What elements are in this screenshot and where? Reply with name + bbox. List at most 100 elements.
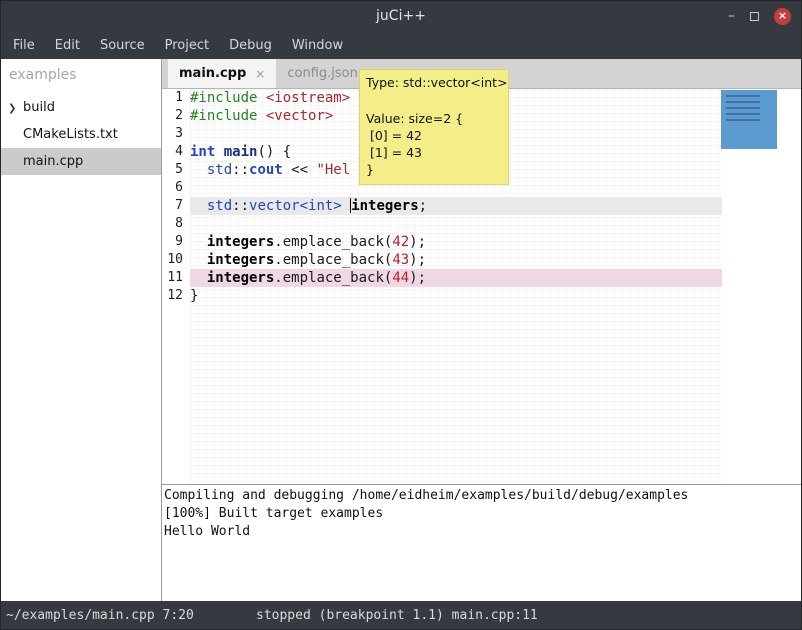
code-text: integers.emplace_back(44); (190, 269, 722, 287)
code-line[interactable]: 7 std::vector<int> integers; (162, 197, 801, 215)
code-token: integers (351, 198, 418, 214)
close-icon[interactable]: × (774, 8, 791, 25)
window-title: juCi++ (376, 8, 426, 24)
code-token: integers (207, 252, 274, 268)
menubar: FileEditSourceProjectDebugWindow (1, 31, 801, 59)
tooltip-type-line: Type: std::vector<int> (366, 75, 502, 90)
code-token: "Hel (316, 162, 350, 178)
status-file-position: ~/examples/main.cpp 7:20 (6, 608, 194, 623)
window-controls: – × (728, 1, 791, 31)
code-token: .emplace_back( (274, 234, 392, 250)
code-token: << (283, 162, 317, 178)
tab-main.cpp[interactable]: main.cpp × (168, 59, 276, 88)
line-number: 5 (162, 161, 190, 179)
code-token: int (190, 144, 215, 160)
menu-item-window[interactable]: Window (282, 33, 353, 58)
minimap-viewport[interactable] (721, 90, 777, 149)
status-debug-state: stopped (breakpoint 1.1) main.cpp:11 (256, 608, 538, 623)
file-tree: ❯ build CMakeLists.txt main.cpp (1, 94, 161, 175)
maximize-icon[interactable] (750, 12, 759, 21)
code-text (190, 215, 722, 233)
tooltip-value-line: Value: size=2 { (366, 110, 502, 127)
tree-item-main.cpp[interactable]: main.cpp (1, 148, 161, 175)
code-token: #include (190, 108, 257, 124)
code-text: std::vector<int> integers; (190, 197, 722, 215)
menu-item-project[interactable]: Project (155, 33, 219, 58)
code-line[interactable]: 8 (162, 215, 801, 233)
tab-label: main.cpp (179, 66, 246, 81)
tooltip-value-line: [1] = 43 (366, 144, 502, 161)
tooltip-value: Value: size=2 { [0] = 42 [1] = 43} (366, 110, 502, 178)
code-token: 44 (392, 270, 409, 286)
line-number: 8 (162, 215, 190, 233)
line-number: 11 (162, 269, 190, 287)
code-token: 43 (392, 252, 409, 268)
code-token: <vector> (266, 108, 333, 124)
tree-item-label: CMakeLists.txt (23, 127, 118, 142)
tree-item-build[interactable]: ❯ build (1, 94, 161, 121)
debug-value-tooltip: Type: std::vector<int> Value: size=2 { [… (359, 69, 509, 185)
titlebar[interactable]: juCi++ – × (1, 1, 801, 31)
tab-close-icon[interactable]: × (255, 67, 265, 81)
sidebar: examples ❯ build CMakeLists.txt main.cpp (1, 59, 162, 601)
minimap-marks (726, 95, 760, 123)
code-token (257, 108, 265, 124)
project-name: examples (1, 59, 161, 94)
maximize-box-glyph (750, 12, 759, 21)
code-token: integers (207, 270, 274, 286)
line-number: 4 (162, 143, 190, 161)
code-token: ); (409, 234, 426, 250)
editor-pane: main.cpp×config.json× 1#include <iostrea… (162, 59, 801, 601)
tree-item-label: main.cpp (23, 154, 83, 169)
code-token (190, 252, 207, 268)
minimize-icon[interactable]: – (728, 9, 735, 23)
tooltip-value-line: [0] = 42 (366, 127, 502, 144)
code-token: } (190, 288, 198, 304)
code-line[interactable]: 9 integers.emplace_back(42); (162, 233, 801, 251)
code-token: main (224, 144, 258, 160)
menu-item-source[interactable]: Source (90, 33, 155, 58)
statusbar: ~/examples/main.cpp 7:20 stopped (breakp… (1, 601, 801, 629)
tree-item-label: build (23, 100, 55, 115)
menu-item-debug[interactable]: Debug (219, 33, 282, 58)
code-token: vector (249, 198, 300, 214)
code-token: <int> (300, 198, 342, 214)
code-text: } (190, 287, 722, 305)
menu-item-edit[interactable]: Edit (45, 33, 90, 58)
output-lines: Compiling and debugging /home/eidheim/ex… (164, 487, 799, 541)
code-token: ; (419, 198, 427, 214)
code-token (190, 234, 207, 250)
code-token: .emplace_back( (274, 270, 392, 286)
line-number: 2 (162, 107, 190, 125)
code-token: :: (232, 162, 249, 178)
app-window: juCi++ – × FileEditSourceProjectDebugWin… (0, 0, 802, 630)
code-token: 42 (392, 234, 409, 250)
tab-label: config.json (287, 66, 358, 81)
code-token: ); (409, 252, 426, 268)
code-line[interactable]: 10 integers.emplace_back(43); (162, 251, 801, 269)
code-token (257, 90, 265, 106)
output-line: Compiling and debugging /home/eidheim/ex… (164, 487, 799, 505)
line-number: 1 (162, 89, 190, 107)
code-text: integers.emplace_back(43); (190, 251, 722, 269)
line-number: 9 (162, 233, 190, 251)
code-token: :: (232, 198, 249, 214)
code-token: std (207, 198, 232, 214)
code-token: #include (190, 90, 257, 106)
code-line[interactable]: 12} (162, 287, 801, 305)
output-panel[interactable]: Compiling and debugging /home/eidheim/ex… (162, 484, 801, 601)
tree-item-cmakelists.txt[interactable]: CMakeLists.txt (1, 121, 161, 148)
code-token: integers (207, 234, 274, 250)
line-number: 12 (162, 287, 190, 305)
code-line[interactable]: 11 integers.emplace_back(44); (162, 269, 801, 287)
code-token: ); (409, 270, 426, 286)
code-token (190, 198, 207, 214)
code-token: () { (257, 144, 291, 160)
code-token: .emplace_back( (274, 252, 392, 268)
chevron-right-icon[interactable]: ❯ (8, 101, 16, 116)
menu-item-file[interactable]: File (3, 33, 45, 58)
output-line: [100%] Built target examples (164, 505, 799, 523)
code-token (190, 270, 207, 286)
code-token: std (207, 162, 232, 178)
code-token (342, 198, 350, 214)
